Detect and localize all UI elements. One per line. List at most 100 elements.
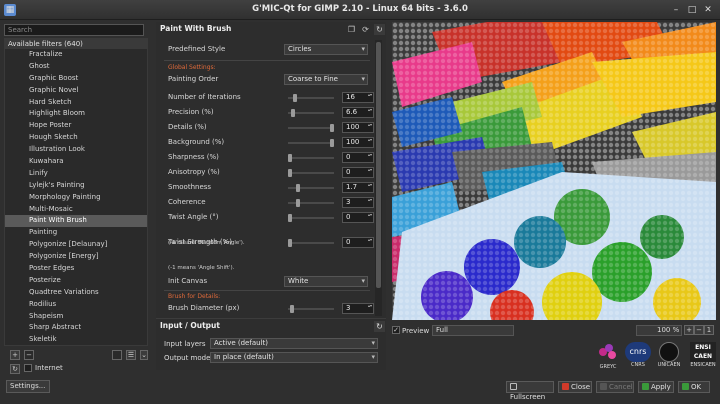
param-slider[interactable] [288,142,334,144]
slider-handle[interactable] [296,199,301,207]
slider-handle[interactable] [288,239,292,247]
slider-handle[interactable] [330,139,334,147]
filter-item[interactable]: Paint With Brush [5,215,147,228]
zoom-out-icon[interactable]: − [694,325,704,335]
preview-mode-select[interactable]: Full [432,325,514,336]
init-canvas-select[interactable]: White [284,276,368,287]
filter-item[interactable]: Posterize [5,275,147,287]
reset-icon[interactable]: ⟳ [360,24,371,35]
param-slider[interactable] [288,172,334,174]
filter-item[interactable]: Polygonize [Delaunay] [5,239,147,251]
painting-order-select[interactable]: Coarse to Fine [284,74,368,85]
preview-image[interactable] [392,22,716,320]
close-label: Close [571,383,591,391]
slider-handle[interactable] [290,305,295,313]
search-input[interactable]: Search [4,24,144,36]
zoom-in-icon[interactable]: + [684,325,694,335]
apply-button[interactable]: Apply [638,381,674,393]
filter-item[interactable]: Shapeism [5,311,147,323]
unicaen-mark [659,342,679,362]
ok-button[interactable]: OK [678,381,710,393]
slider-handle[interactable] [288,154,292,162]
param-value-spinbox[interactable]: 0 [342,167,374,178]
filter-item[interactable]: Linify [5,168,147,180]
filter-item[interactable]: Fractalize [5,49,147,61]
param-value-spinbox[interactable]: 100 [342,137,374,148]
expand-icon[interactable]: ⌄ [140,350,148,360]
filter-item[interactable]: Sharp Abstract [5,322,147,334]
zoom-field[interactable]: 100 % [636,325,682,336]
output-mode-select[interactable]: In place (default) [210,352,378,363]
close-button[interactable]: Close [558,381,592,393]
slider-handle[interactable] [288,214,292,222]
close-window-icon[interactable]: ✕ [702,4,714,16]
filter-item[interactable]: Hard Sketch [5,97,147,109]
cancel-button[interactable]: Cancel [596,381,634,393]
param-slider[interactable] [288,217,334,219]
settings-button[interactable]: Settings... [6,380,50,393]
param-row: Coherence 3 [164,197,378,209]
fullscreen-button[interactable]: Fullscreen [506,381,554,401]
slider-handle[interactable] [290,109,295,117]
param-value-spinbox[interactable]: 6.6 [342,107,374,118]
param-value-spinbox[interactable]: 3 [342,303,374,314]
scrollbar-thumb[interactable] [376,42,381,288]
filter-item[interactable]: Hope Poster [5,120,147,132]
preview-checkbox[interactable]: ✓ [392,326,400,334]
filter-item[interactable]: Multi-Mosaic [5,204,147,216]
params-scrollbar[interactable] [375,40,382,316]
param-slider[interactable] [288,127,334,129]
copy-icon[interactable]: ❐ [346,24,357,35]
slider-handle[interactable] [296,184,301,192]
filter-item[interactable]: Hough Sketch [5,132,147,144]
param-value-spinbox[interactable]: 0 [342,212,374,223]
refresh-params-icon[interactable]: ↻ [374,24,385,35]
param-value-spinbox[interactable]: 16 [342,92,374,103]
filter-item[interactable]: Morphology Painting [5,192,147,204]
filter-item[interactable]: Polygonize [Energy] [5,251,147,263]
zoom-reset-icon[interactable]: 1 [704,325,714,335]
filter-item[interactable]: Lylejk's Painting [5,180,147,192]
param-value-spinbox[interactable]: 1.7 [342,182,374,193]
filter-item[interactable]: Ghost [5,61,147,73]
slider-handle[interactable] [293,94,298,102]
maximize-icon[interactable]: □ [686,4,698,16]
param-row: Details (%) 100 [164,122,378,134]
param-value-spinbox[interactable]: 0 [342,237,374,248]
faves-add-icon[interactable]: + [10,350,20,360]
visibility-icon[interactable]: ☰ [126,350,136,360]
internet-label: Internet [35,364,63,372]
filter-item[interactable]: Graphic Novel [5,85,147,97]
param-slider[interactable] [288,308,334,310]
slider-handle[interactable] [330,124,334,132]
filter-item[interactable]: Highlight Bloom [5,108,147,120]
filter-item[interactable]: Quadtree Variations [5,287,147,299]
filter-tree[interactable]: Available filters (640) Fractalize Ghost G… [4,38,148,346]
minimize-icon[interactable]: – [670,4,682,16]
filter-item[interactable]: Poster Edges [5,263,147,275]
param-slider[interactable] [288,187,334,189]
param-slider[interactable] [288,202,334,204]
rename-icon[interactable] [112,350,122,360]
params-scroll-area: Predefined Style Circles Global Settings… [164,40,378,318]
filter-item[interactable]: Skeletik [5,334,147,345]
io-reset-icon[interactable]: ↻ [374,321,385,332]
input-layers-select[interactable]: Active (default) [210,338,378,349]
filter-item[interactable]: Painting [5,227,147,239]
filter-item[interactable]: Kuwahara [5,156,147,168]
filter-item[interactable]: Illustration Look [5,144,147,156]
cnrs-mark: cnrs [625,342,651,362]
param-value-spinbox[interactable]: 0 [342,152,374,163]
param-slider[interactable] [288,242,334,244]
filter-item[interactable]: Rodilius [5,299,147,311]
filter-item[interactable]: Graphic Boost [5,73,147,85]
slider-handle[interactable] [288,169,292,177]
cancel-label: Cancel [609,383,633,391]
param-slider[interactable] [288,157,334,159]
faves-remove-icon[interactable]: − [24,350,34,360]
internet-checkbox[interactable] [24,364,32,372]
predefined-style-select[interactable]: Circles [284,44,368,55]
param-value-spinbox[interactable]: 3 [342,197,374,208]
refresh-icon[interactable]: ↻ [10,364,20,374]
param-value-spinbox[interactable]: 100 [342,122,374,133]
